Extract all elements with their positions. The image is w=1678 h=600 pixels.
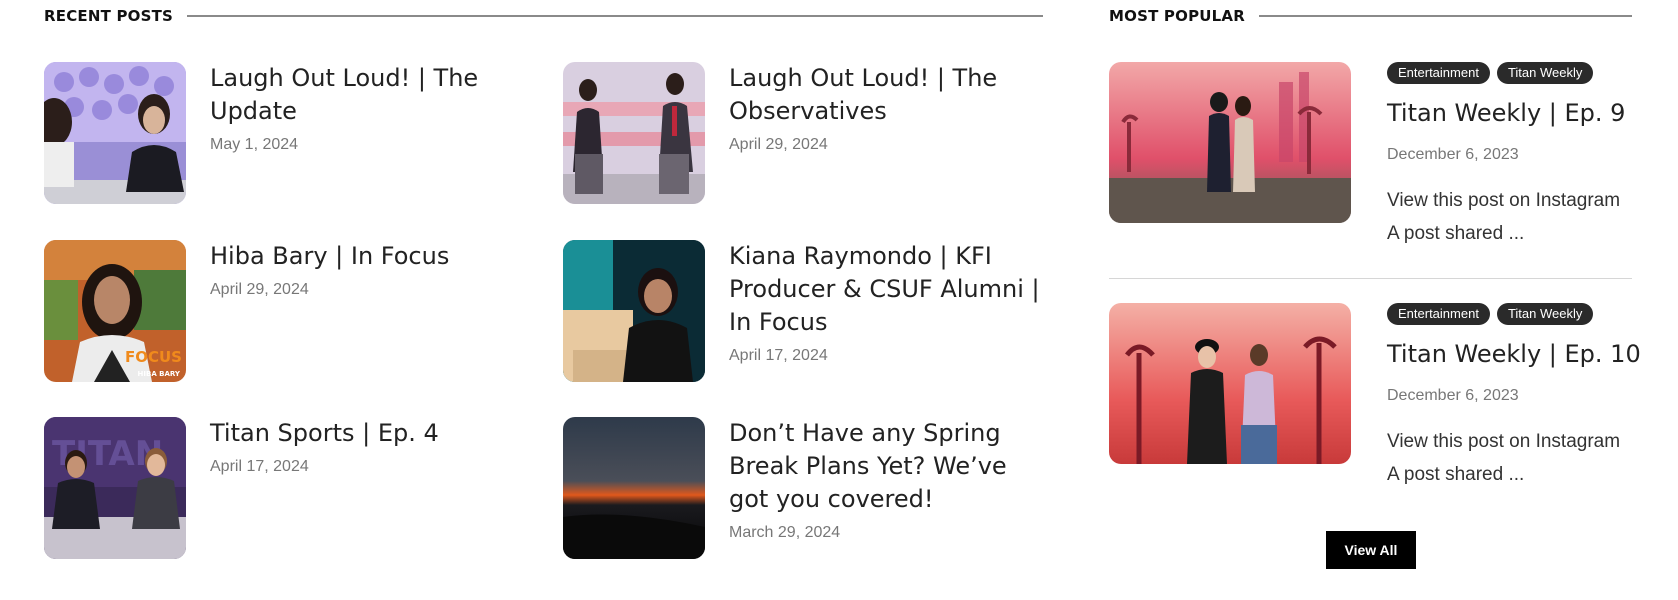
tag-badge[interactable]: Titan Weekly — [1496, 62, 1594, 84]
tag-badge[interactable]: Entertainment — [1387, 303, 1490, 325]
excerpt-line: View this post on Instagram — [1387, 431, 1621, 452]
recent-posts-heading: RECENT POSTS — [44, 7, 174, 25]
excerpt-line: A post shared ... — [1387, 223, 1525, 244]
studio-photo-thumbnail[interactable] — [1109, 62, 1351, 223]
post-date: December 6, 2023 — [1387, 146, 1519, 163]
recent-post-card[interactable]: Laugh Out Loud! | The Observatives April… — [563, 62, 1049, 204]
post-date: December 6, 2023 — [1387, 387, 1519, 404]
popular-post-card[interactable]: Entertainment Titan Weekly Titan Weekly … — [1109, 62, 1632, 250]
excerpt-line: View this post on Instagram — [1387, 190, 1621, 211]
post-title[interactable]: Hiba Bary | In Focus — [210, 240, 530, 273]
post-excerpt: View this post on Instagram A post share… — [1387, 425, 1632, 491]
recent-post-card[interactable]: Kiana Raymondo | KFI Producer & CSUF Alu… — [563, 240, 1049, 382]
sports-desk-thumbnail[interactable]: TITAN — [44, 417, 186, 559]
most-popular-heading: MOST POPULAR — [1109, 7, 1245, 25]
post-title[interactable]: Titan Weekly | Ep. 10 — [1387, 339, 1641, 369]
post-title[interactable]: Titan Sports | Ep. 4 — [210, 417, 530, 450]
post-excerpt: View this post on Instagram A post share… — [1387, 184, 1632, 250]
post-date: April 29, 2024 — [729, 136, 828, 153]
portrait-thumbnail[interactable]: FOCUS HIBA BARY — [44, 240, 186, 382]
post-date: May 1, 2024 — [210, 136, 299, 153]
tag-badge[interactable]: Titan Weekly — [1496, 303, 1594, 325]
popular-post-card[interactable]: Entertainment Titan Weekly Titan Weekly … — [1109, 303, 1641, 491]
post-date: April 29, 2024 — [210, 281, 309, 298]
excerpt-line: A post shared ... — [1387, 464, 1525, 485]
view-all-button[interactable]: View All — [1326, 531, 1416, 569]
studio-photo-thumbnail[interactable] — [1109, 303, 1351, 464]
most-popular-header: MOST POPULAR — [1109, 7, 1632, 25]
news-desk-thumbnail[interactable] — [44, 62, 186, 204]
recent-post-card[interactable]: TITAN Titan Sports | Ep. 4 April 17, 202… — [44, 417, 530, 559]
section-rule — [187, 15, 1043, 17]
post-title[interactable]: Don’t Have any Spring Break Plans Yet? W… — [729, 417, 1049, 516]
post-date: April 17, 2024 — [729, 347, 828, 364]
post-date: April 17, 2024 — [210, 458, 309, 475]
post-title[interactable]: Laugh Out Loud! | The Observatives — [729, 62, 1049, 128]
post-title[interactable]: Kiana Raymondo | KFI Producer & CSUF Alu… — [729, 240, 1049, 339]
recent-posts-header: RECENT POSTS — [44, 7, 1043, 25]
popular-divider — [1109, 278, 1632, 279]
recent-post-card[interactable]: Don’t Have any Spring Break Plans Yet? W… — [563, 417, 1049, 559]
recent-post-card[interactable]: FOCUS HIBA BARY Hiba Bary | In Focus Apr… — [44, 240, 530, 382]
post-title[interactable]: Titan Weekly | Ep. 9 — [1387, 98, 1632, 128]
name-overlay: HIBA BARY — [137, 370, 180, 378]
sunset-beach-thumbnail[interactable] — [563, 417, 705, 559]
tag-badge[interactable]: Entertainment — [1387, 62, 1490, 84]
tag-list: Entertainment Titan Weekly — [1387, 62, 1632, 84]
post-date: March 29, 2024 — [729, 524, 841, 541]
interview-thumbnail[interactable] — [563, 240, 705, 382]
tag-list: Entertainment Titan Weekly — [1387, 303, 1632, 325]
recent-post-card[interactable]: Laugh Out Loud! | The Update May 1, 2024 — [44, 62, 530, 204]
focus-overlay: FOCUS — [125, 348, 182, 366]
post-title[interactable]: Laugh Out Loud! | The Update — [210, 62, 530, 128]
podium-thumbnail[interactable] — [563, 62, 705, 204]
section-rule — [1258, 15, 1632, 17]
